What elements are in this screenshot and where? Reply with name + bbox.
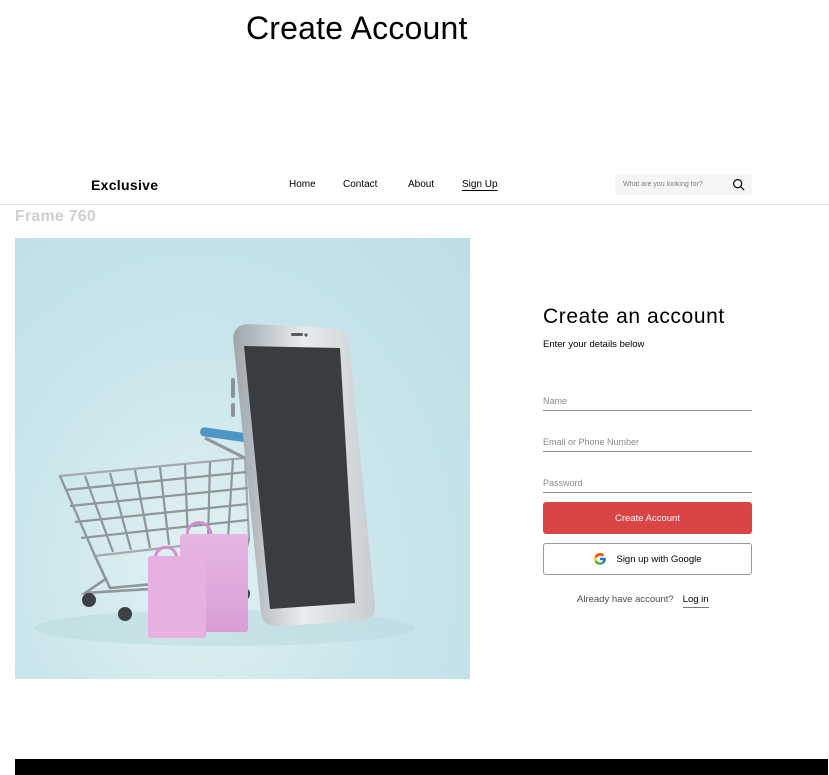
search-bar xyxy=(615,174,752,195)
name-field xyxy=(543,392,752,411)
email-input[interactable] xyxy=(543,435,752,449)
form-subtitle: Enter your details below xyxy=(543,339,645,350)
create-account-button[interactable]: Create Account xyxy=(543,502,752,534)
google-signup-button[interactable]: Sign up with Google xyxy=(543,543,752,575)
password-input[interactable] xyxy=(543,476,752,490)
email-field xyxy=(543,433,752,452)
name-input[interactable] xyxy=(543,394,752,408)
page-title: Create Account xyxy=(246,10,468,46)
logo[interactable]: Exclusive xyxy=(91,177,158,193)
shopping-cart-phone-illustration xyxy=(35,324,415,646)
login-link[interactable]: Log in xyxy=(682,594,709,608)
search-input[interactable] xyxy=(623,178,728,191)
footer xyxy=(15,759,828,775)
shopping-bags xyxy=(148,521,248,638)
frame-label: Frame 760 xyxy=(15,208,96,225)
google-button-label: Sign up with Google xyxy=(616,553,702,565)
google-icon xyxy=(594,553,607,565)
password-field xyxy=(543,474,752,493)
login-row: Already have account? Log in xyxy=(577,594,709,608)
form-title: Create an account xyxy=(543,305,725,328)
search-icon[interactable] xyxy=(732,178,745,191)
site-header: Exclusive Home Contact About Sign Up xyxy=(0,170,829,205)
nav-home[interactable]: Home xyxy=(289,179,316,190)
login-prompt: Already have account? xyxy=(577,594,674,605)
nav-contact[interactable]: Contact xyxy=(343,179,377,190)
phone-icon xyxy=(231,324,376,627)
nav-about[interactable]: About xyxy=(408,179,434,190)
hero-image xyxy=(15,238,470,679)
nav-sign-up[interactable]: Sign Up xyxy=(462,179,498,190)
signup-form: Create an account Enter your details bel… xyxy=(543,305,752,608)
